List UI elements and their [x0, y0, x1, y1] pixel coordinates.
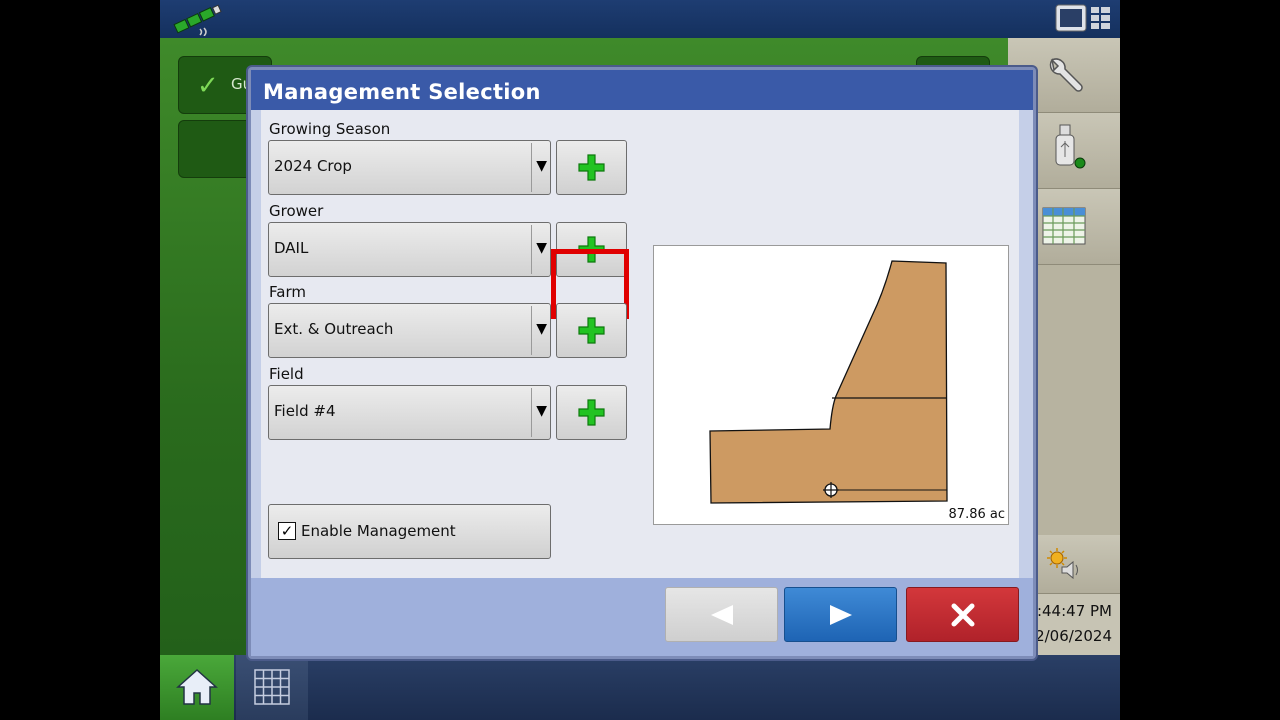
- field-area-label: 87.86 ac: [948, 507, 1005, 522]
- dropdown-arrow-icon: ▼: [536, 240, 547, 256]
- grower-label: Grower: [269, 202, 324, 220]
- screen-layout-icon[interactable]: [1054, 3, 1112, 33]
- growing-season-value: 2024 Crop: [274, 157, 352, 175]
- home-icon: [176, 668, 218, 705]
- home-button[interactable]: [160, 655, 234, 720]
- add-growing-season-button[interactable]: [556, 140, 627, 195]
- right-arrow-icon: [830, 605, 852, 625]
- cancel-button[interactable]: [906, 587, 1019, 642]
- enable-management-checkbox[interactable]: ✓: [278, 522, 296, 540]
- usb-drive-icon: [1055, 124, 1086, 169]
- time-display: 2:44:47 PM: [1027, 602, 1112, 620]
- farm-dropdown[interactable]: Ext. & Outreach ▼: [268, 303, 551, 358]
- app-grid-button[interactable]: [236, 655, 308, 720]
- brightness-speaker-icon: [1047, 548, 1078, 580]
- grid-icon: [254, 669, 290, 705]
- growing-season-dropdown[interactable]: 2024 Crop ▼: [268, 140, 551, 195]
- wrench-icon: [1049, 58, 1083, 92]
- dropdown-arrow-icon: ▼: [536, 158, 547, 174]
- management-selection-dialog: Management Selection Growing Season 2024…: [248, 67, 1036, 659]
- farm-label: Farm: [269, 283, 306, 301]
- field-boundary-map: 87.86 ac: [653, 245, 1009, 525]
- dropdown-divider: [531, 225, 532, 274]
- dropdown-divider: [531, 388, 532, 437]
- add-field-button[interactable]: [556, 385, 627, 440]
- left-arrow-icon: [711, 605, 733, 625]
- dropdown-arrow-icon: ▼: [536, 403, 547, 419]
- grower-value: DAIL: [274, 239, 309, 257]
- dialog-header: Management Selection: [251, 70, 1033, 110]
- enable-management-toggle[interactable]: ✓ Enable Management: [268, 504, 551, 559]
- top-bar: [160, 0, 1120, 38]
- green-plus-icon: [578, 154, 605, 181]
- date-display: 12/06/2024: [1025, 627, 1112, 645]
- dialog-body: Growing Season 2024 Crop ▼ Grower DAIL ▼: [261, 110, 1019, 578]
- dialog-title: Management Selection: [263, 80, 541, 104]
- enable-management-label: Enable Management: [301, 522, 456, 540]
- grower-dropdown[interactable]: DAIL ▼: [268, 222, 551, 277]
- back-button[interactable]: [665, 587, 778, 642]
- next-button[interactable]: [784, 587, 897, 642]
- close-icon: [951, 603, 975, 627]
- farm-value: Ext. & Outreach: [274, 320, 394, 338]
- field-dropdown[interactable]: Field #4 ▼: [268, 385, 551, 440]
- dropdown-divider: [531, 306, 532, 355]
- field-label: Field: [269, 365, 304, 383]
- field-boundary-shape: [709, 260, 948, 504]
- table-icon: [1042, 207, 1086, 245]
- add-farm-button[interactable]: [556, 303, 627, 358]
- growing-season-label: Growing Season: [269, 120, 391, 138]
- green-plus-icon: [578, 399, 605, 426]
- field-value: Field #4: [274, 402, 336, 420]
- dropdown-arrow-icon: ▼: [536, 321, 547, 337]
- bottom-bar: [160, 655, 1120, 720]
- satellite-gps-icon[interactable]: [170, 2, 226, 36]
- green-plus-icon: [578, 317, 605, 344]
- display-screen: ✓ Gu 2:44:47 PM 12/06/2024 Management Se…: [160, 0, 1120, 720]
- dialog-footer: [251, 578, 1033, 656]
- checkmark-icon: ✓: [197, 71, 219, 101]
- dropdown-divider: [531, 143, 532, 192]
